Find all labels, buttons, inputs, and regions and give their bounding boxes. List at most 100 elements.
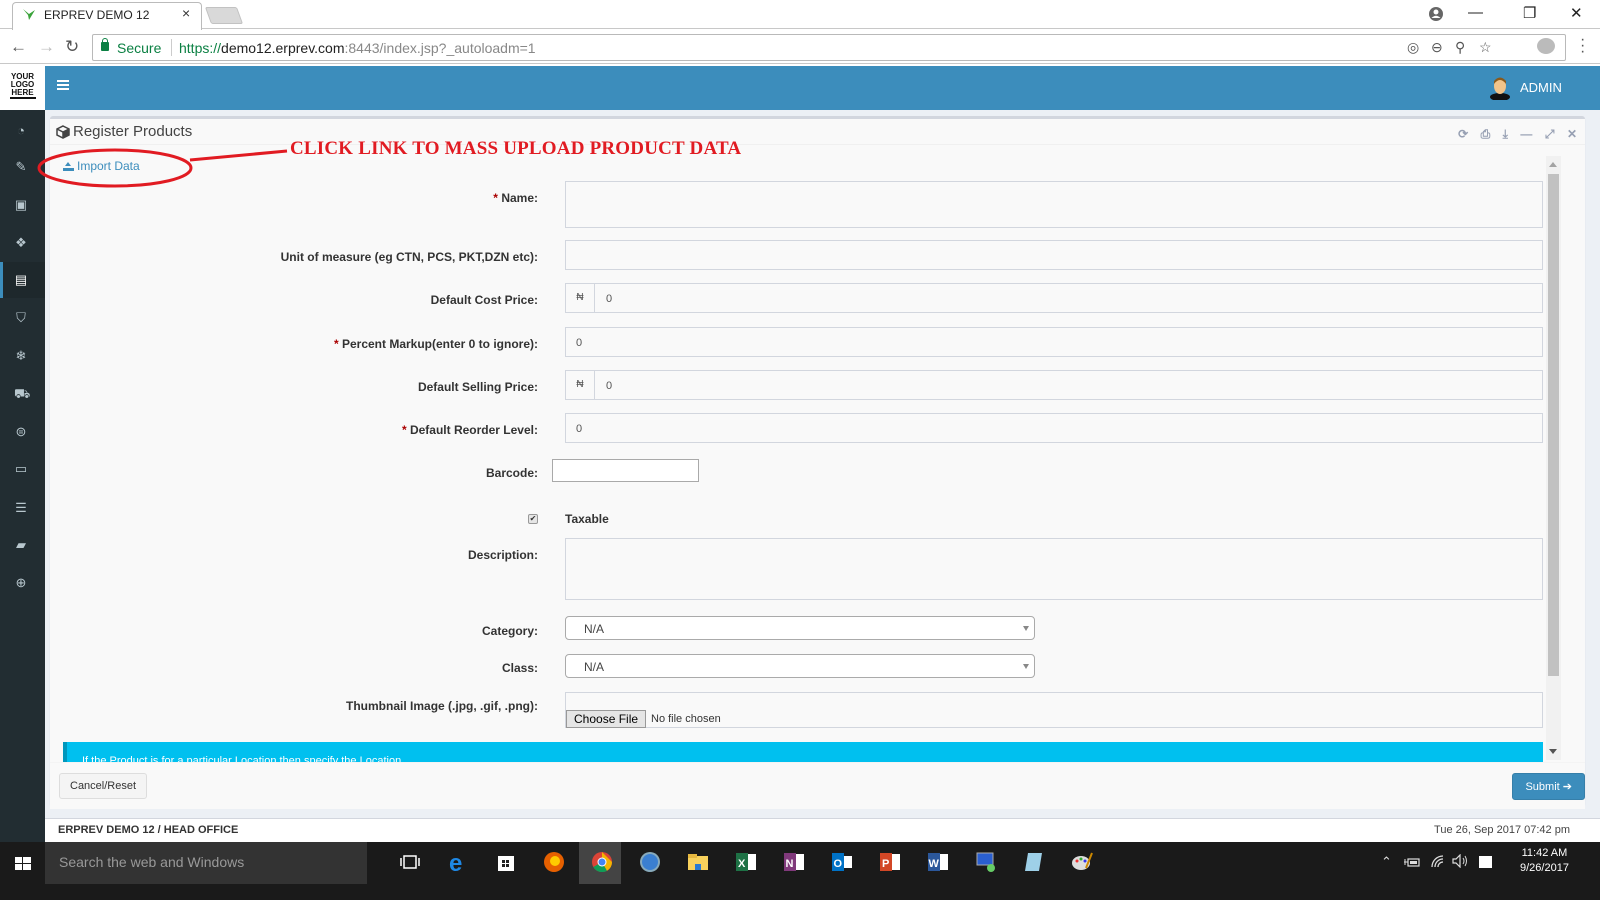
taskbar-search[interactable]: Search the web and Windows bbox=[45, 842, 367, 884]
notepad-icon[interactable] bbox=[1022, 850, 1046, 874]
task-view-icon[interactable] bbox=[398, 850, 422, 874]
minimize-window-icon[interactable]: — bbox=[1468, 4, 1483, 21]
action-center-icon[interactable] bbox=[1479, 856, 1492, 868]
panel-header: Register Products ⟳ ⎙ ⤓ — ⤢ ✕ bbox=[50, 119, 1585, 145]
browser-menu-icon[interactable]: · · · bbox=[1580, 32, 1585, 60]
url-host: demo12.erprev.com bbox=[221, 40, 345, 56]
sidebar-item-snowflake[interactable]: ❄ bbox=[0, 338, 45, 374]
sidebar-item-products[interactable]: ▤ bbox=[0, 262, 45, 298]
url-text[interactable]: https://demo12.erprev.com:8443/index.jsp… bbox=[179, 40, 536, 56]
percent-markup-input[interactable]: 0 bbox=[565, 327, 1543, 357]
class-select[interactable]: N/A bbox=[565, 654, 1035, 678]
bookmark-star-icon[interactable]: ☆ bbox=[1479, 39, 1492, 56]
scroll-up-arrow-icon[interactable] bbox=[1549, 162, 1557, 167]
user-name[interactable]: ADMIN bbox=[1520, 80, 1562, 95]
powerpoint-icon[interactable]: P bbox=[878, 850, 902, 874]
back-icon[interactable]: ← bbox=[10, 37, 27, 57]
sidebar-item-database[interactable]: ☰ bbox=[0, 490, 45, 526]
show-hidden-icons[interactable]: ⌃ bbox=[1381, 854, 1392, 870]
onenote-icon[interactable]: N bbox=[782, 850, 806, 874]
search-placeholder: Search the web and Windows bbox=[59, 854, 245, 870]
browser-toolbar: ← → ↻ Secure https://demo12.erprev.com:8… bbox=[0, 30, 1600, 64]
refresh-icon[interactable]: ⟳ bbox=[1458, 127, 1468, 141]
name-label: * Name: bbox=[58, 191, 538, 205]
outlook-icon[interactable]: O bbox=[830, 850, 854, 874]
profile-icon[interactable] bbox=[1428, 6, 1444, 22]
safari-icon[interactable] bbox=[638, 850, 662, 874]
password-key-icon[interactable]: ⚲ bbox=[1455, 39, 1465, 56]
import-data-link[interactable]: Import Data bbox=[63, 159, 140, 173]
sidebar-item-cubes[interactable]: ❖ bbox=[0, 225, 45, 261]
reorder-level-input[interactable]: 0 bbox=[565, 413, 1543, 443]
description-label: Description: bbox=[467, 548, 538, 562]
address-bar[interactable]: Secure https://demo12.erprev.com:8443/in… bbox=[92, 34, 1566, 61]
sidebar-item-book[interactable]: ▰ bbox=[0, 527, 45, 563]
paint-icon[interactable] bbox=[1070, 850, 1094, 874]
class-label: Class: bbox=[501, 661, 538, 675]
download-icon[interactable]: ⤓ bbox=[1503, 127, 1508, 142]
ticket-icon: ✎ bbox=[15, 159, 27, 174]
store-icon[interactable] bbox=[494, 850, 518, 874]
zoom-out-icon[interactable]: ⊖ bbox=[1431, 39, 1443, 56]
barcode-input[interactable] bbox=[552, 459, 699, 482]
remote-desktop-icon[interactable] bbox=[974, 850, 998, 874]
volume-icon[interactable] bbox=[1452, 854, 1470, 868]
sidebar-item-dashboard[interactable]: ◔ bbox=[0, 113, 45, 149]
sidebar-item-money[interactable]: ▣ bbox=[0, 187, 45, 223]
firefox-icon[interactable] bbox=[542, 850, 566, 874]
description-input[interactable] bbox=[565, 538, 1543, 600]
name-input[interactable] bbox=[565, 181, 1543, 228]
location-icon[interactable]: ◎ bbox=[1407, 39, 1419, 56]
sidebar-item-support[interactable]: ⊕ bbox=[0, 565, 45, 601]
user-avatar[interactable] bbox=[1489, 76, 1511, 100]
scrollbar-thumb[interactable] bbox=[1548, 174, 1559, 676]
battery-icon[interactable] bbox=[1404, 856, 1420, 868]
scroll-down-arrow-icon[interactable] bbox=[1549, 749, 1557, 754]
sidebar-item-cart[interactable]: ⛟ bbox=[0, 376, 45, 412]
selling-price-input[interactable]: ₦ 0 bbox=[565, 370, 1543, 400]
excel-icon[interactable]: X bbox=[734, 850, 758, 874]
cost-price-input[interactable]: ₦ 0 bbox=[565, 283, 1543, 313]
close-window-icon[interactable]: ✕ bbox=[1570, 4, 1583, 22]
forward-icon[interactable]: → bbox=[38, 37, 55, 57]
lock-icon bbox=[101, 38, 109, 51]
taxable-checkbox[interactable]: ✔ bbox=[528, 514, 538, 524]
file-explorer-icon[interactable] bbox=[686, 850, 710, 874]
extension-icon[interactable] bbox=[1537, 38, 1555, 54]
expand-icon[interactable]: ⤢ bbox=[1545, 127, 1555, 142]
collapse-icon[interactable]: — bbox=[1520, 127, 1532, 141]
sidebar-item-tickets[interactable]: ✎ bbox=[0, 149, 45, 185]
cube-icon bbox=[56, 125, 70, 139]
restore-window-icon[interactable]: ❐ bbox=[1523, 4, 1536, 22]
no-file-label: No file chosen bbox=[651, 713, 721, 725]
tab-close-icon[interactable]: × bbox=[182, 5, 190, 21]
submit-button[interactable]: Submit ➔ bbox=[1512, 773, 1585, 800]
sidebar-toggle-icon[interactable] bbox=[57, 80, 69, 92]
chrome-icon[interactable] bbox=[590, 850, 614, 874]
form-scrollbar[interactable] bbox=[1546, 156, 1561, 760]
submit-label: Submit bbox=[1525, 781, 1560, 793]
unit-of-measure-input[interactable] bbox=[565, 240, 1543, 270]
svg-text:e: e bbox=[449, 850, 462, 874]
edge-icon[interactable]: e bbox=[446, 850, 470, 874]
category-select[interactable]: N/A bbox=[565, 616, 1035, 640]
word-icon[interactable]: W bbox=[926, 850, 950, 874]
book-icon: ▰ bbox=[16, 537, 26, 552]
taskbar-clock[interactable]: 11:42 AM 9/26/2017 bbox=[1520, 846, 1569, 876]
sidebar-item-circle[interactable]: ⊜ bbox=[0, 414, 45, 450]
company-logo[interactable]: YOUR LOGO HERE bbox=[0, 66, 45, 110]
currency-addon: ₦ bbox=[566, 371, 595, 399]
trash-icon: ⛉ bbox=[16, 310, 26, 325]
sidebar-item-trash[interactable]: ⛉ bbox=[0, 300, 45, 336]
cancel-reset-button[interactable]: Cancel/Reset bbox=[59, 773, 148, 799]
page-title: Register Products bbox=[73, 123, 193, 140]
wifi-icon[interactable] bbox=[1430, 854, 1446, 868]
reload-icon[interactable]: ↻ bbox=[65, 37, 79, 57]
print-icon[interactable]: ⎙ bbox=[1481, 127, 1491, 142]
divider bbox=[171, 39, 172, 56]
windows-start-icon[interactable] bbox=[0, 842, 45, 884]
new-tab-button[interactable] bbox=[204, 7, 244, 24]
choose-file-button[interactable]: Choose File bbox=[566, 710, 647, 728]
close-panel-icon[interactable]: ✕ bbox=[1567, 127, 1577, 141]
sidebar-item-desktop[interactable]: ▭ bbox=[0, 451, 45, 487]
